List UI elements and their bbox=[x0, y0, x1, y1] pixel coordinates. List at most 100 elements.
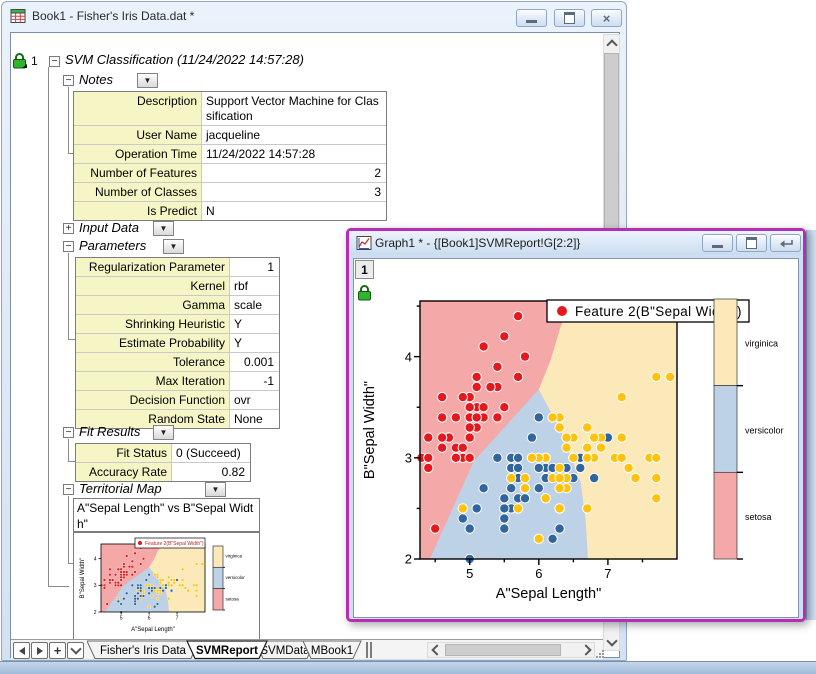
add-sheet-button[interactable]: + bbox=[49, 642, 66, 659]
data-point bbox=[131, 584, 134, 587]
table-row: Fit Status0 (Succeed) bbox=[76, 444, 250, 462]
data-point bbox=[617, 453, 626, 462]
parameters-dropdown-button[interactable]: ▼ bbox=[163, 239, 184, 254]
fit-results-collapse-toggle[interactable]: − bbox=[63, 427, 74, 438]
row-value[interactable]: 0.82 bbox=[172, 463, 250, 481]
book-minimize-button[interactable] bbox=[516, 9, 547, 27]
row-value[interactable]: Y bbox=[230, 334, 279, 352]
scroll-left-button[interactable] bbox=[428, 643, 443, 657]
territorial-map-collapse-toggle[interactable]: − bbox=[63, 484, 74, 495]
data-point bbox=[156, 603, 159, 606]
row-value[interactable]: 0.001 bbox=[230, 353, 279, 371]
tab-scroll-right-button[interactable] bbox=[31, 642, 48, 659]
sheet-tab-svmreport[interactable]: SVMReport bbox=[187, 641, 267, 659]
row-value[interactable]: Y bbox=[230, 315, 279, 333]
data-point bbox=[153, 573, 156, 576]
resize-grip[interactable] bbox=[596, 650, 605, 659]
sheet-list-button[interactable] bbox=[67, 642, 84, 659]
graph-titlebar[interactable]: Graph1 * - {[Book1]SVMReport!G[2:2]} bbox=[349, 231, 803, 255]
data-point bbox=[201, 563, 204, 566]
horizontal-scroll-thumb[interactable] bbox=[445, 644, 561, 656]
tree-line bbox=[48, 67, 49, 586]
workspace-right-scroll-strip[interactable] bbox=[806, 230, 816, 620]
row-value[interactable]: 1 bbox=[230, 258, 279, 276]
fit-results-dropdown-button[interactable]: ▼ bbox=[153, 425, 174, 440]
sheet-tab-label[interactable]: SVMReport bbox=[196, 645, 258, 657]
data-point bbox=[576, 463, 585, 472]
data-point bbox=[153, 589, 156, 592]
sheet-tab-label[interactable]: Fisher's Iris Data bbox=[100, 645, 187, 657]
row-value[interactable]: None bbox=[230, 410, 279, 428]
data-point bbox=[131, 565, 134, 568]
territorial-map-dropdown-button[interactable]: ▼ bbox=[205, 482, 226, 497]
book-restore-button[interactable] bbox=[554, 9, 585, 27]
row-value[interactable]: scale bbox=[230, 296, 279, 314]
notes-collapse-toggle[interactable]: − bbox=[63, 75, 74, 86]
sheet-tab-label[interactable]: MBook1 bbox=[311, 645, 353, 657]
book-close-button[interactable]: × bbox=[591, 9, 622, 27]
data-point bbox=[520, 494, 529, 503]
row-value[interactable]: Support Vector Machine for Classificatio… bbox=[202, 92, 386, 125]
scroll-down-button[interactable] bbox=[604, 634, 619, 650]
notes-table: DescriptionSupport Vector Machine for Cl… bbox=[73, 91, 387, 221]
data-point bbox=[513, 463, 522, 472]
sheet-tab-mbook1[interactable]: MBook1 bbox=[303, 641, 361, 659]
row-value[interactable]: rbf bbox=[230, 277, 279, 295]
sheet-tab-label[interactable]: SVMData bbox=[260, 645, 310, 657]
workspace-bottom-strip bbox=[0, 661, 816, 674]
graph-minimize-button[interactable] bbox=[702, 234, 733, 252]
data-point bbox=[170, 589, 173, 592]
data-point bbox=[117, 581, 120, 584]
data-point bbox=[145, 584, 148, 587]
vertical-scroll-thumb[interactable] bbox=[604, 53, 619, 231]
legend[interactable]: Feature 2(B"Sepal Width") bbox=[135, 538, 205, 548]
graph-restore-button[interactable] bbox=[736, 234, 767, 252]
data-point bbox=[139, 584, 142, 587]
scroll-up-button[interactable] bbox=[604, 35, 619, 51]
data-point bbox=[583, 504, 592, 513]
row-value[interactable]: 3 bbox=[202, 183, 386, 201]
data-point bbox=[123, 573, 126, 576]
section-title-parameters: Parameters bbox=[79, 238, 146, 253]
data-point bbox=[128, 565, 131, 568]
data-point bbox=[181, 568, 184, 571]
data-point bbox=[465, 433, 474, 442]
data-point bbox=[195, 563, 198, 566]
data-point bbox=[555, 473, 564, 482]
row-value[interactable]: 2 bbox=[202, 164, 386, 182]
row-value[interactable]: ovr bbox=[230, 391, 279, 409]
graph-window-title: Graph1 * - {[Book1]SVMReport!G[2:2]} bbox=[375, 236, 580, 250]
data-point bbox=[120, 576, 123, 579]
input-data-dropdown-button[interactable]: ▼ bbox=[153, 221, 174, 236]
triangle-left-icon bbox=[19, 647, 25, 655]
row-value[interactable]: 0 (Succeed) bbox=[172, 444, 250, 462]
scroll-right-button[interactable] bbox=[579, 643, 594, 657]
row-value[interactable]: N bbox=[202, 202, 386, 220]
graph-float-button[interactable] bbox=[770, 234, 801, 252]
data-point bbox=[109, 581, 112, 584]
sheet-tab-fisher-s-iris-data[interactable]: Fisher's Iris Data bbox=[87, 641, 199, 659]
data-point bbox=[131, 573, 134, 576]
tab-scroll-left-button[interactable] bbox=[13, 642, 30, 659]
svg-text:7: 7 bbox=[604, 566, 611, 581]
row-value[interactable]: 11/24/2022 14:57:28 bbox=[202, 145, 386, 163]
data-point bbox=[151, 587, 154, 590]
row-label: Tolerance bbox=[76, 353, 230, 371]
data-point bbox=[167, 576, 170, 579]
book-horizontal-scrollbar[interactable] bbox=[427, 642, 595, 658]
data-point bbox=[652, 453, 661, 462]
data-point bbox=[424, 453, 433, 462]
colorbar-label: setosa bbox=[226, 596, 240, 601]
parameters-collapse-toggle[interactable]: − bbox=[63, 241, 74, 252]
report-row-number: 1 bbox=[31, 54, 38, 68]
book-titlebar[interactable]: Book1 - Fisher's Iris Data.dat * × bbox=[2, 2, 626, 30]
row-value[interactable]: -1 bbox=[230, 372, 279, 390]
territorial-map-thumbnail[interactable]: 567234A"Sepal Length"B"Sepal Width"Featu… bbox=[73, 532, 260, 640]
row-value[interactable]: jacqueline bbox=[202, 126, 386, 144]
data-point bbox=[562, 443, 571, 452]
input-data-collapse-toggle[interactable]: + bbox=[63, 223, 74, 234]
notes-dropdown-button[interactable]: ▼ bbox=[137, 73, 158, 88]
green-lock-icon bbox=[12, 52, 27, 70]
data-point bbox=[562, 433, 571, 442]
root-collapse-toggle[interactable]: − bbox=[49, 56, 60, 67]
